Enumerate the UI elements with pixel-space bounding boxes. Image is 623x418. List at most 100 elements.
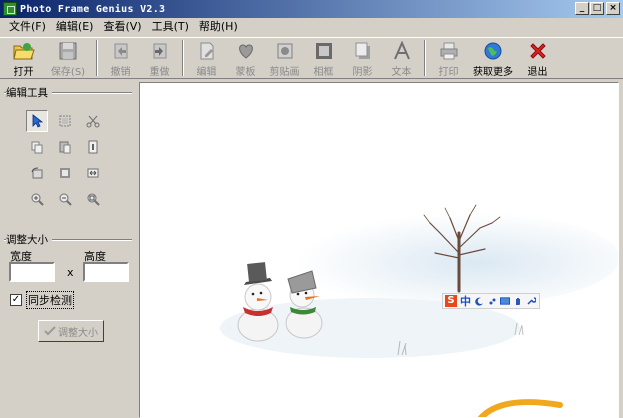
rotate-icon	[31, 167, 43, 179]
window-title: Photo Frame Genius V2.3	[20, 3, 166, 15]
edit-page-icon	[196, 40, 218, 61]
menu-edit[interactable]: 编辑(E)	[51, 18, 99, 36]
get-more-button[interactable]: 获取更多	[468, 38, 518, 78]
left-panel: 编辑工具 调整大小 宽度 高度 x ✓ 同步检测 调整大小	[0, 80, 139, 418]
moon-icon[interactable]	[474, 296, 484, 306]
mask-button[interactable]: 蒙板	[226, 38, 265, 78]
resize-title: 调整大小	[6, 232, 52, 247]
crop-tool[interactable]	[54, 110, 76, 132]
redo-label: 重做	[149, 67, 170, 78]
ime-logo[interactable]: S	[445, 295, 457, 307]
sync-checkbox[interactable]: ✓	[10, 294, 22, 306]
info-page-icon	[88, 140, 98, 154]
toolbar-separator	[182, 40, 184, 76]
height-input[interactable]	[83, 262, 129, 282]
text-button[interactable]: 文本	[382, 38, 421, 78]
open-folder-icon	[12, 40, 35, 61]
hand-icon[interactable]	[513, 296, 523, 306]
edit-tools-title: 编辑工具	[6, 85, 52, 100]
main-toolbar: 打开 保存(S) 撤销 重做 编辑 蒙板 剪贴画 相框 阴影 文本 打印 获取更…	[0, 37, 623, 79]
exit-button[interactable]: 退出	[518, 38, 557, 78]
snowman-scene-image	[220, 204, 618, 417]
shadow-label: 阴影	[352, 67, 373, 78]
mask-heart-icon	[235, 40, 257, 61]
resize-frame-icon	[87, 168, 99, 178]
menu-tools[interactable]: 工具(T)	[147, 18, 194, 36]
undo-icon	[110, 40, 132, 61]
resize-tool[interactable]	[82, 162, 104, 184]
open-button[interactable]: 打开	[4, 38, 43, 78]
zoom-fit-icon	[87, 193, 100, 206]
keyboard-icon[interactable]	[500, 296, 510, 306]
save-label: 保存(S)	[50, 67, 86, 78]
resize-button-label: 调整大小	[58, 327, 98, 339]
edit-button[interactable]: 编辑	[187, 38, 226, 78]
wrench-icon[interactable]	[526, 296, 536, 306]
copy-icon	[31, 141, 43, 154]
maximize-button[interactable]: □	[590, 2, 604, 15]
shadow-button[interactable]: 阴影	[343, 38, 382, 78]
undo-button[interactable]: 撤销	[101, 38, 140, 78]
zoom-fit-tool[interactable]	[82, 188, 104, 210]
window-controls: _ □ ×	[575, 2, 620, 15]
menu-bar: 文件(F) 编辑(E) 查看(V) 工具(T) 帮助(H)	[0, 18, 623, 36]
printer-icon	[438, 40, 460, 61]
select-tool[interactable]	[26, 110, 48, 132]
get-more-label: 获取更多	[473, 67, 513, 78]
open-label: 打开	[13, 67, 34, 78]
edit-label: 编辑	[196, 67, 217, 78]
paste-icon	[59, 141, 71, 154]
close-button[interactable]: ×	[606, 2, 620, 15]
clipart-label: 剪贴画	[269, 67, 300, 78]
sync-label[interactable]: 同步检测	[26, 291, 74, 309]
exit-label: 退出	[527, 67, 548, 78]
app-window: Photo Frame Genius V2.3 _ □ × 文件(F) 编辑(E…	[0, 0, 623, 418]
toolbar-separator	[424, 40, 426, 76]
rotate-tool[interactable]	[26, 162, 48, 184]
width-input[interactable]	[9, 262, 55, 282]
edit-tools-grid	[26, 110, 110, 210]
save-button[interactable]: 保存(S)	[43, 38, 93, 78]
info-tool[interactable]	[82, 136, 104, 158]
menu-file[interactable]: 文件(F)	[4, 18, 51, 36]
scissors-icon	[86, 115, 100, 128]
times-sign: x	[67, 266, 74, 279]
title-bar[interactable]: Photo Frame Genius V2.3 _ □ ×	[0, 0, 623, 18]
ime-toolbar[interactable]: S 中	[442, 293, 540, 309]
toolbar-separator	[96, 40, 98, 76]
cut-tool[interactable]	[82, 110, 104, 132]
text-a-icon	[391, 40, 413, 61]
floppy-disk-icon	[57, 40, 79, 61]
menu-view[interactable]: 查看(V)	[98, 18, 146, 36]
copy-tool[interactable]	[26, 136, 48, 158]
ime-mode[interactable]: 中	[460, 293, 471, 309]
minimize-button[interactable]: _	[575, 2, 589, 15]
zoom-in-tool[interactable]	[26, 188, 48, 210]
punctuation-icon[interactable]	[487, 296, 497, 306]
redo-icon	[149, 40, 171, 61]
print-label: 打印	[438, 67, 459, 78]
resize-button[interactable]: 调整大小	[38, 320, 104, 342]
mask-label: 蒙板	[235, 67, 256, 78]
zoom-in-icon	[31, 193, 44, 206]
zoom-out-tool[interactable]	[54, 188, 76, 210]
frame-label: 相框	[313, 67, 334, 78]
app-icon	[3, 2, 17, 16]
clipart-icon	[274, 40, 296, 61]
redo-button[interactable]: 重做	[140, 38, 179, 78]
paste-tool[interactable]	[54, 136, 76, 158]
film-icon	[60, 168, 70, 178]
menu-help[interactable]: 帮助(H)	[194, 18, 243, 36]
film-tool[interactable]	[54, 162, 76, 184]
photo-canvas[interactable]: S 中	[139, 82, 619, 418]
print-button[interactable]: 打印	[429, 38, 468, 78]
clipart-button[interactable]: 剪贴画	[265, 38, 304, 78]
zoom-out-icon	[59, 193, 72, 206]
undo-label: 撤销	[110, 67, 131, 78]
crop-icon	[59, 115, 71, 127]
frame-button[interactable]: 相框	[304, 38, 343, 78]
checkmark-icon	[44, 326, 56, 336]
arrow-cursor-icon	[32, 114, 43, 128]
globe-icon	[482, 40, 504, 61]
photo-frame-icon	[313, 40, 335, 61]
